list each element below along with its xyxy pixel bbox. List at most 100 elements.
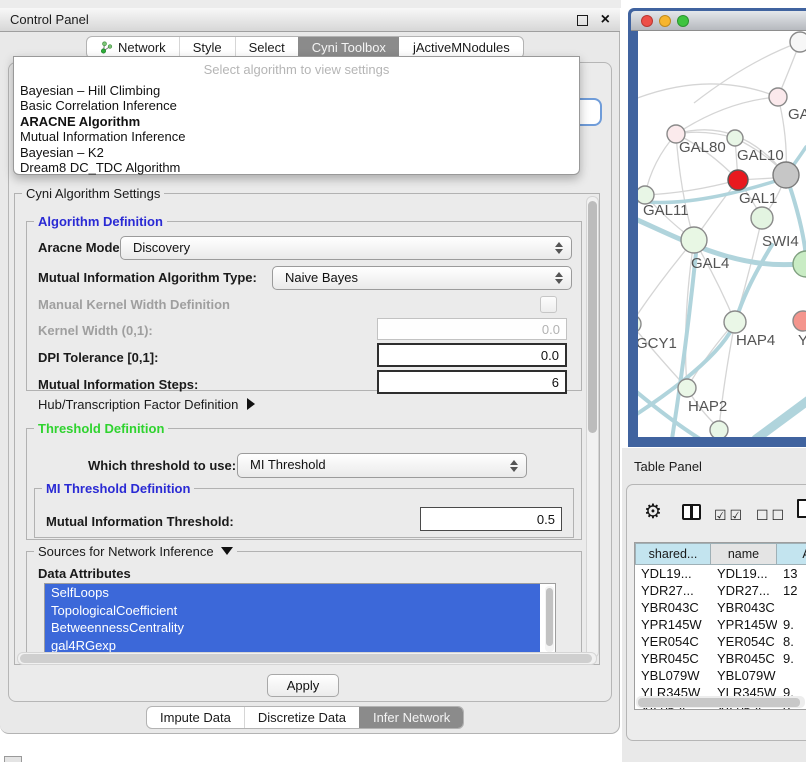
algorithm-option[interactable]: Dream8 DC_TDC Algorithm — [14, 160, 579, 175]
node-label: GAL1 — [739, 190, 777, 207]
mi-steps-field[interactable]: 6 — [377, 370, 567, 394]
tab-style[interactable]: Style — [179, 37, 235, 58]
node-green-large[interactable] — [793, 251, 806, 277]
node-salmon[interactable] — [793, 311, 806, 331]
table-cell: YPR145W — [711, 617, 777, 632]
scrollbar-thumb[interactable] — [20, 654, 592, 663]
table-row[interactable]: YDL19...YDL19...13 — [635, 565, 806, 582]
page-icon[interactable] — [797, 499, 806, 518]
node-gal1[interactable] — [728, 170, 748, 190]
close-icon[interactable]: × — [601, 10, 610, 30]
float-window-icon[interactable] — [577, 15, 588, 26]
scrollbar-thumb[interactable] — [638, 698, 800, 707]
node-gal10[interactable] — [727, 130, 743, 146]
table-horizontal-scrollbar[interactable] — [636, 696, 805, 708]
table-cell: 13 — [777, 566, 806, 581]
node-label: SWI4 — [762, 233, 799, 250]
tab-infer-network[interactable]: Infer Network — [359, 707, 463, 728]
tab-impute-data[interactable]: Impute Data — [147, 707, 244, 728]
zoom-button[interactable] — [677, 15, 689, 27]
node-gal-partial[interactable] — [769, 88, 787, 106]
gear-icon[interactable]: ⚙ — [644, 501, 662, 523]
manual-kernel-width-label: Manual Kernel Width Definition — [38, 297, 230, 312]
corner-button[interactable] — [4, 756, 22, 762]
tab-label: Discretize Data — [258, 710, 346, 725]
node[interactable] — [790, 32, 806, 52]
tab-jactivemnodules[interactable]: jActiveMNodules — [399, 37, 523, 58]
column-header-shared[interactable]: shared... — [635, 543, 711, 565]
edge-highlighted — [735, 245, 772, 322]
group-title: Threshold Definition — [34, 421, 168, 436]
tab-discretize-data[interactable]: Discretize Data — [244, 707, 359, 728]
table-row[interactable]: YBL079WYBL079W — [635, 667, 806, 684]
unchecked-boxes-icon[interactable]: ☐☐ — [756, 507, 787, 524]
apply-button[interactable]: Apply — [267, 674, 339, 697]
algorithm-option[interactable]: Basic Correlation Inference — [14, 98, 579, 113]
group-title: Algorithm Definition — [34, 214, 167, 229]
checked-boxes-icon[interactable]: ☑☑ — [714, 507, 745, 524]
dropdown-prompt: Select algorithm to view settings — [14, 57, 579, 83]
node-gray[interactable] — [773, 162, 799, 188]
attribute-item[interactable]: TopologicalCoefficient — [45, 602, 540, 620]
table-cell: YER054C — [711, 634, 777, 649]
table-cell: YDR27... — [635, 583, 711, 598]
tab-cyni-toolbox[interactable]: Cyni Toolbox — [298, 37, 399, 58]
table-cell: 9. — [777, 651, 806, 666]
tab-label: Impute Data — [160, 710, 231, 725]
aracne-mode-value: Discovery — [133, 240, 190, 255]
table-cell: YBR043C — [635, 600, 711, 615]
column-header-a[interactable]: A — [777, 543, 806, 565]
node-bottom-partial[interactable] — [710, 421, 728, 437]
table-cell: YPR145W — [635, 617, 711, 632]
table-row[interactable]: YPR145WYPR145W9. — [635, 616, 806, 633]
minimize-button[interactable] — [659, 15, 671, 27]
node-gcy1[interactable] — [638, 315, 641, 333]
node-swi4[interactable] — [751, 207, 773, 229]
network-canvas[interactable]: GALGAL80GAL10GAL1GAL11SWI4GAL4HAP4YGCY1H… — [638, 31, 806, 437]
split-columns-icon[interactable] — [682, 504, 701, 520]
table-cell: YDR27... — [711, 583, 777, 598]
tab-select[interactable]: Select — [235, 37, 298, 58]
table-row[interactable]: YBR043CYBR043C — [635, 599, 806, 616]
node-hap4[interactable] — [724, 311, 746, 333]
algorithm-option[interactable]: Bayesian – K2 — [14, 145, 579, 160]
node-label: GAL10 — [737, 147, 784, 164]
settings-horizontal-scrollbar[interactable] — [17, 652, 597, 665]
node-hap2[interactable] — [678, 379, 696, 397]
sources-expander[interactable]: Sources for Network Inference — [34, 544, 237, 559]
dpi-tolerance-field[interactable]: 0.0 — [377, 343, 567, 367]
group-title: MI Threshold Definition — [42, 481, 194, 496]
network-view-titlebar[interactable] — [631, 11, 806, 31]
table-cell: YBL079W — [635, 668, 711, 683]
table-row[interactable]: YDR27...YDR27...12 — [635, 582, 806, 599]
table-cell: YER054C — [635, 634, 711, 649]
data-attributes-list[interactable]: SelfLoopsTopologicalCoefficientBetweenne… — [44, 583, 556, 657]
attribute-item[interactable]: SelfLoops — [45, 584, 540, 602]
algorithm-option[interactable]: Mutual Information Inference — [14, 129, 579, 144]
table-header-row: shared...nameA — [635, 543, 806, 565]
column-header-name[interactable]: name — [711, 543, 777, 565]
settings-vertical-scrollbar[interactable] — [586, 196, 599, 658]
algorithm-option[interactable]: ARACNE Algorithm — [14, 114, 579, 129]
scrollbar-thumb[interactable] — [588, 201, 597, 433]
table-cell: YBR045C — [635, 651, 711, 666]
aracne-mode-select[interactable]: Discovery — [120, 236, 572, 260]
list-scrollbar[interactable] — [545, 586, 554, 652]
which-threshold-select[interactable]: MI Threshold — [237, 453, 527, 478]
table-row[interactable]: YBR045CYBR045C9. — [635, 650, 806, 667]
table-row[interactable]: YER054CYER054C8. — [635, 633, 806, 650]
mi-threshold-field[interactable]: 0.5 — [420, 507, 562, 531]
which-threshold-label: Which threshold to use: — [88, 458, 236, 473]
algorithm-option[interactable]: Bayesian – Hill Climbing — [14, 83, 579, 98]
mi-algorithm-type-select[interactable]: Naive Bayes — [272, 266, 572, 290]
tab-network[interactable]: Network — [87, 37, 179, 58]
tab-label: Style — [193, 40, 222, 55]
mi-threshold-label: Mutual Information Threshold: — [46, 514, 234, 529]
control-panel-title: Control Panel — [10, 12, 89, 27]
node-label: Y — [798, 332, 806, 349]
attribute-item[interactable]: BetweennessCentrality — [45, 619, 540, 637]
combo-arrows-icon — [555, 242, 563, 254]
hub-definition-expander[interactable]: Hub/Transcription Factor Definition — [38, 397, 255, 412]
node-gal4[interactable] — [681, 227, 707, 253]
close-button[interactable] — [641, 15, 653, 27]
